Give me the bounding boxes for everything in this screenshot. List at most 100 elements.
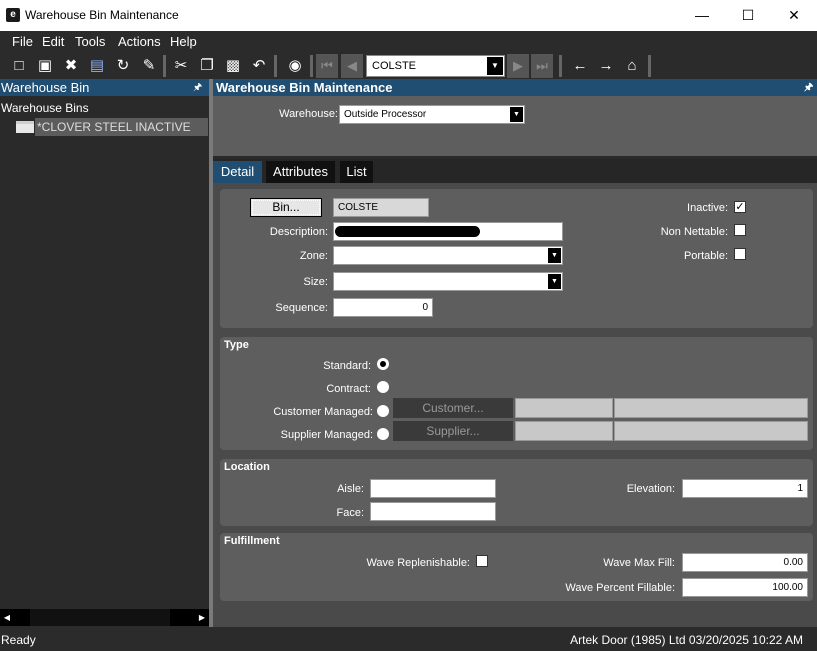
status-text: Ready xyxy=(1,633,36,647)
menu-bar: File Edit Tools Actions Help xyxy=(0,31,817,53)
previous-record-icon[interactable]: ◀ xyxy=(341,54,363,78)
first-record-icon[interactable]: ⏮ xyxy=(316,54,338,78)
close-button[interactable]: ✕ xyxy=(771,0,817,31)
non-nettable-label: Non Nettable: xyxy=(660,226,728,238)
right-panel: Warehouse Bin Maintenance 🖈 Warehouse: O… xyxy=(213,79,817,627)
menu-edit[interactable]: Edit xyxy=(42,34,64,49)
non-nettable-checkbox[interactable] xyxy=(734,224,746,236)
bin-button[interactable]: Bin... xyxy=(250,198,322,217)
customer-managed-radio[interactable] xyxy=(377,405,389,417)
chevron-down-icon[interactable]: ▼ xyxy=(548,248,561,263)
wave-percent-fillable-label: Wave Percent Fillable: xyxy=(565,582,675,594)
next-record-icon[interactable]: ▶ xyxy=(507,54,529,78)
bin-field[interactable]: COLSTE xyxy=(333,198,429,217)
zone-combo[interactable]: ▼ xyxy=(333,246,563,265)
record-selector[interactable]: COLSTE ▼ xyxy=(366,55,505,77)
clipboard-check-icon[interactable]: ▤ xyxy=(87,56,107,76)
detail-tab-body: Bin... COLSTE Description: Zone: ▼ Size:… xyxy=(213,183,817,627)
contract-radio[interactable] xyxy=(377,381,389,393)
standard-label: Standard: xyxy=(323,360,371,372)
inactive-label: Inactive: xyxy=(687,202,728,214)
toolbar-separator xyxy=(163,55,166,77)
wave-max-fill-field[interactable]: 0.00 xyxy=(682,553,808,572)
binoculars-icon[interactable]: ◉ xyxy=(285,56,305,76)
paste-icon[interactable]: ▩ xyxy=(223,56,243,76)
tab-detail[interactable]: Detail xyxy=(213,161,262,183)
scrollbar-thumb[interactable] xyxy=(30,609,170,626)
customer-managed-label: Customer Managed: xyxy=(273,406,373,418)
new-document-icon[interactable]: □ xyxy=(9,56,29,76)
right-panel-header: Warehouse Bin Maintenance 🖈 xyxy=(213,79,817,96)
refresh-icon[interactable]: ↻ xyxy=(113,56,133,76)
minimize-button[interactable]: — xyxy=(679,0,725,31)
description-label: Description: xyxy=(269,226,328,238)
menu-tools[interactable]: Tools xyxy=(75,34,105,49)
wave-replenishable-checkbox[interactable] xyxy=(476,555,488,567)
left-panel-header: Warehouse Bin 🖈 xyxy=(0,79,209,96)
elevation-label: Elevation: xyxy=(626,483,675,495)
pin-icon[interactable]: 🖈 xyxy=(193,79,202,96)
standard-radio[interactable] xyxy=(377,358,389,370)
last-record-icon[interactable]: ⏭ xyxy=(531,54,553,78)
zone-label: Zone: xyxy=(299,250,328,262)
location-group-title: Location xyxy=(224,461,270,473)
status-info: Artek Door (1985) Ltd 03/20/2025 10:22 A… xyxy=(570,633,803,647)
home-icon[interactable]: ⌂ xyxy=(622,56,642,76)
supplier-name-field[interactable] xyxy=(614,421,808,441)
horizontal-scrollbar[interactable]: ◀ ▶ xyxy=(0,609,209,626)
tree-node[interactable]: *CLOVER STEEL INACTIVE xyxy=(16,118,208,136)
pin-icon[interactable]: 🖈 xyxy=(804,79,813,96)
description-field[interactable] xyxy=(333,222,563,241)
portable-checkbox[interactable] xyxy=(734,248,746,260)
toolbar-separator xyxy=(648,55,651,77)
scroll-right-icon[interactable]: ▶ xyxy=(195,609,209,626)
customer-name-field[interactable] xyxy=(614,398,808,418)
customer-button[interactable]: Customer... xyxy=(393,398,513,418)
elevation-field[interactable]: 1 xyxy=(682,479,808,498)
undo-icon[interactable]: ↶ xyxy=(249,56,269,76)
toolbar: □ ▣ ✖ ▤ ↻ ✎ ✂ ❐ ▩ ↶ ◉ ⏮ ◀ COLSTE ▼ ▶ ⏭ ←… xyxy=(0,53,817,79)
tree-node-label[interactable]: *CLOVER STEEL INACTIVE xyxy=(35,118,208,136)
customer-code-field[interactable] xyxy=(515,398,613,418)
left-panel-title: Warehouse Bin xyxy=(1,80,90,95)
menu-help[interactable]: Help xyxy=(170,34,197,49)
face-field[interactable] xyxy=(370,502,496,521)
warehouse-bar: Warehouse: Outside Processor ▼ xyxy=(213,96,817,156)
supplier-managed-radio[interactable] xyxy=(377,428,389,440)
folder-icon xyxy=(16,121,34,133)
wave-percent-fillable-field[interactable]: 100.00 xyxy=(682,578,808,597)
tab-attributes[interactable]: Attributes xyxy=(266,161,335,183)
chevron-down-icon[interactable]: ▼ xyxy=(510,107,523,122)
scroll-left-icon[interactable]: ◀ xyxy=(0,609,14,626)
chevron-down-icon[interactable]: ▼ xyxy=(487,57,503,75)
location-group: Location Aisle: Face: Elevation: 1 xyxy=(220,459,813,526)
tab-list[interactable]: List xyxy=(340,161,373,183)
fulfillment-group-title: Fulfillment xyxy=(224,535,280,547)
redacted-description xyxy=(335,226,480,237)
aisle-field[interactable] xyxy=(370,479,496,498)
size-label: Size: xyxy=(303,276,328,288)
type-group-title: Type xyxy=(224,339,249,351)
delete-icon[interactable]: ✖ xyxy=(61,56,81,76)
back-icon[interactable]: ← xyxy=(570,56,590,76)
menu-file[interactable]: File xyxy=(12,34,33,49)
tree-root[interactable]: Warehouse Bins xyxy=(1,101,89,115)
forward-icon[interactable]: → xyxy=(596,56,616,76)
sequence-field[interactable]: 0 xyxy=(333,298,433,317)
menu-actions[interactable]: Actions xyxy=(118,34,161,49)
left-panel: Warehouse Bin 🖈 Warehouse Bins *CLOVER S… xyxy=(0,79,209,627)
inactive-checkbox[interactable]: ✓ xyxy=(734,201,746,213)
title-bar: e Warehouse Bin Maintenance — ☐ ✕ xyxy=(0,0,817,31)
size-combo[interactable]: ▼ xyxy=(333,272,563,291)
save-icon[interactable]: ▣ xyxy=(35,56,55,76)
wave-replenishable-label: Wave Replenishable: xyxy=(366,557,470,569)
supplier-button[interactable]: Supplier... xyxy=(393,421,513,441)
warehouse-combo[interactable]: Outside Processor ▼ xyxy=(339,105,525,124)
status-bar: Ready Artek Door (1985) Ltd 03/20/2025 1… xyxy=(0,627,817,651)
copy-icon[interactable]: ❐ xyxy=(197,56,217,76)
chevron-down-icon[interactable]: ▼ xyxy=(548,274,561,289)
cut-icon[interactable]: ✂ xyxy=(171,56,191,76)
maximize-button[interactable]: ☐ xyxy=(725,0,771,31)
clear-icon[interactable]: ✎ xyxy=(139,56,159,76)
supplier-code-field[interactable] xyxy=(515,421,613,441)
